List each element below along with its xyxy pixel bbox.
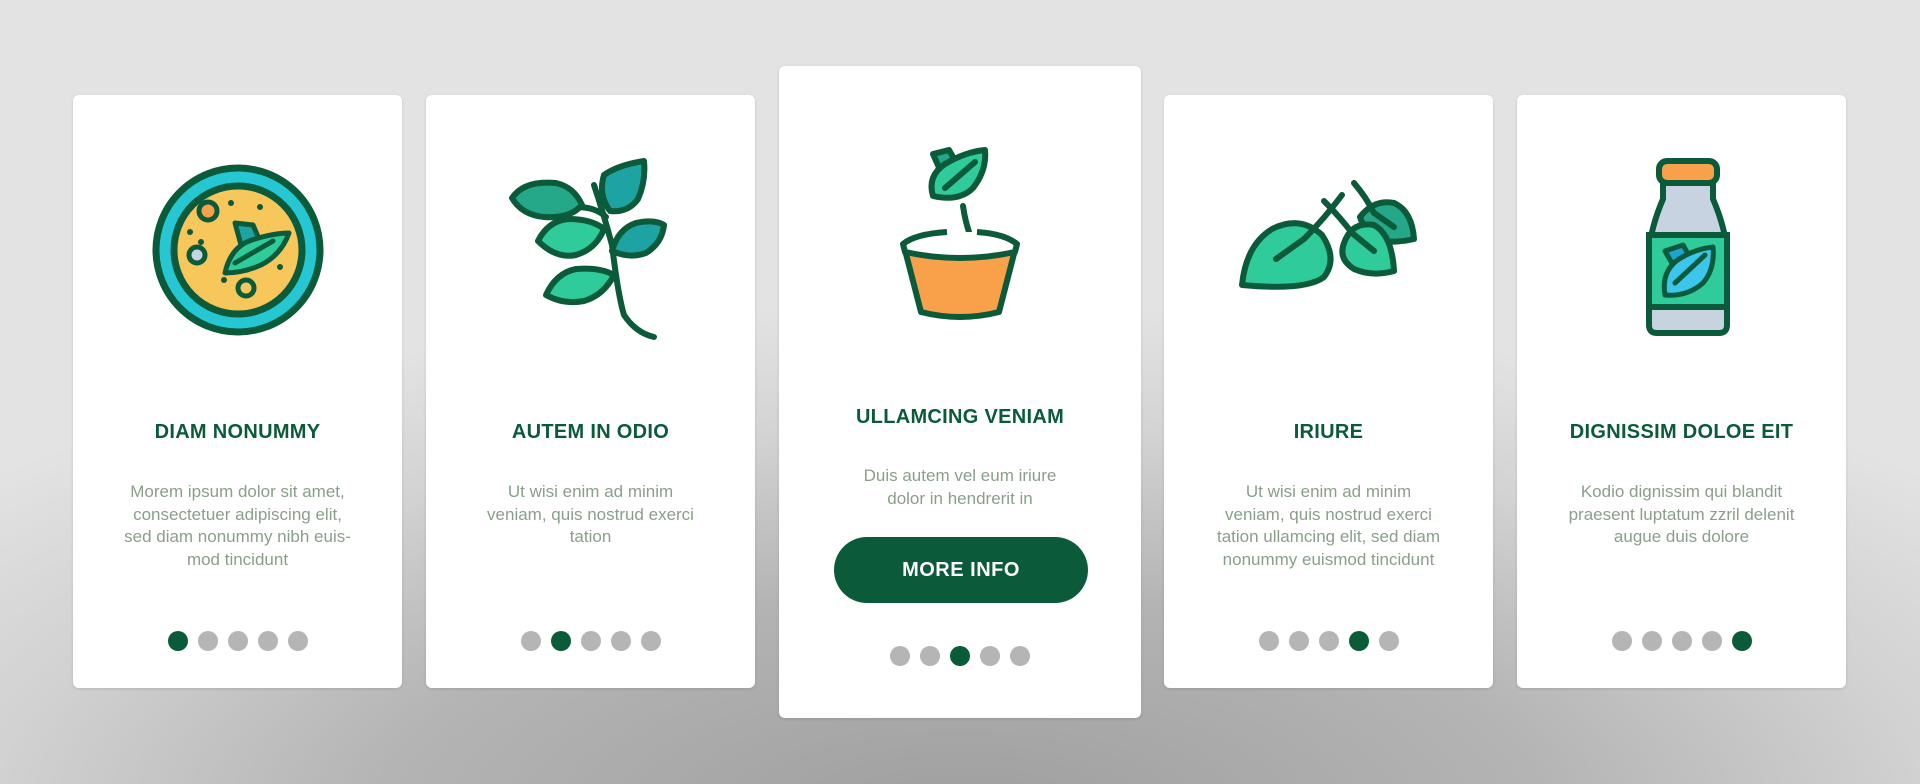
description-line: Kodio dignissim qui blandit xyxy=(1580,482,1783,501)
description-line: praesent luptatum zzril delenit xyxy=(1568,504,1795,524)
description-line: Ut wisi enim ad minim xyxy=(507,482,674,501)
description-line: Duis autem vel eum iriure xyxy=(863,466,1057,485)
page-dot-3[interactable] xyxy=(950,646,970,666)
page-dot-5[interactable] xyxy=(1010,646,1030,666)
onboarding-card-2: AUTEM IN ODIO Ut wisi enim ad minim veni… xyxy=(426,95,755,688)
more-info-button[interactable]: MORE INFO xyxy=(834,537,1088,603)
card-description: Morem ipsum dolor sit amet, consectetuer… xyxy=(103,481,372,571)
basil-drink-bottle-icon xyxy=(1517,155,1846,345)
page-dot-1[interactable] xyxy=(167,631,188,651)
card-title: AUTEM IN ODIO xyxy=(511,421,670,443)
page-dot-2[interactable] xyxy=(920,646,940,666)
page-dot-4[interactable] xyxy=(1701,631,1722,651)
description-line: Ut wisi enim ad minim xyxy=(1245,482,1412,501)
pagination-dots xyxy=(1517,631,1846,651)
card-title: DIAM NONUMMY xyxy=(154,421,321,443)
description-line: augue duis dolore xyxy=(1613,527,1750,546)
description-line: veniam, quis nostrud exerci xyxy=(487,504,694,524)
onboarding-card-5: DIGNISSIM DOLOE EIT Kodio dignissim qui … xyxy=(1517,95,1846,688)
page-dot-4[interactable] xyxy=(980,646,1000,666)
page-dot-2[interactable] xyxy=(1641,631,1662,651)
card-description: Duis autem vel eum iriure dolor in hendr… xyxy=(819,465,1101,510)
page-dot-5[interactable] xyxy=(287,631,308,651)
page-dot-3[interactable] xyxy=(1671,631,1692,651)
page-dot-1[interactable] xyxy=(890,646,910,666)
description-line: veniam, quis nostrud exerci xyxy=(1225,504,1432,524)
pagination-dots xyxy=(779,646,1141,666)
page-dot-4[interactable] xyxy=(610,631,631,651)
basil-leaves-icon xyxy=(1164,155,1493,345)
onboarding-card-4: IRIURE Ut wisi enim ad minim veniam, qui… xyxy=(1164,95,1493,688)
page-dot-3[interactable] xyxy=(1318,631,1339,651)
onboarding-card-1: DIAM NONUMMY Morem ipsum dolor sit amet,… xyxy=(73,95,402,688)
description-line: mod tincidunt xyxy=(186,549,289,569)
description-line: consectetuer adipiscing elit, xyxy=(133,504,342,524)
description-line: Morem ipsum dolor sit amet, xyxy=(130,482,345,501)
page-dot-2[interactable] xyxy=(197,631,218,651)
basil-branch-icon xyxy=(426,155,755,345)
description-line: dolor in hendrerit in xyxy=(887,488,1033,508)
pagination-dots xyxy=(1164,631,1493,651)
basil-sprout-pot-icon xyxy=(779,136,1141,326)
page-dot-4[interactable] xyxy=(257,631,278,651)
description-line: tation xyxy=(569,527,612,546)
description-line: tation ullamcing elit, sed diam xyxy=(1216,527,1440,546)
pagination-dots xyxy=(73,631,402,651)
page-dot-4[interactable] xyxy=(1348,631,1369,651)
card-description: Kodio dignissim qui blandit praesent lup… xyxy=(1547,481,1816,549)
page-dot-2[interactable] xyxy=(550,631,571,651)
description-line: sed diam nonummy nibh euis- xyxy=(124,527,351,546)
page-dot-5[interactable] xyxy=(640,631,661,651)
card-title: ULLAMCING VENIAM xyxy=(855,406,1065,428)
page-dot-2[interactable] xyxy=(1288,631,1309,651)
page-dot-1[interactable] xyxy=(1611,631,1632,651)
description-line: nonummy euismod tincidunt xyxy=(1222,549,1435,569)
pagination-dots xyxy=(426,631,755,651)
card-title: IRIURE xyxy=(1293,421,1364,443)
page-dot-3[interactable] xyxy=(580,631,601,651)
page-dot-5[interactable] xyxy=(1731,631,1752,651)
card-title: DIGNISSIM DOLOE EIT xyxy=(1569,421,1794,443)
page-dot-1[interactable] xyxy=(1258,631,1279,651)
page-dot-1[interactable] xyxy=(520,631,541,651)
card-description: Ut wisi enim ad minim veniam, quis nostr… xyxy=(456,481,725,549)
soup-bowl-with-basil-icon xyxy=(73,155,402,345)
page-dot-3[interactable] xyxy=(227,631,248,651)
card-description: Ut wisi enim ad minim veniam, quis nostr… xyxy=(1194,481,1463,571)
onboarding-card-3: ULLAMCING VENIAM Duis autem vel eum iriu… xyxy=(779,66,1141,718)
page-dot-5[interactable] xyxy=(1378,631,1399,651)
